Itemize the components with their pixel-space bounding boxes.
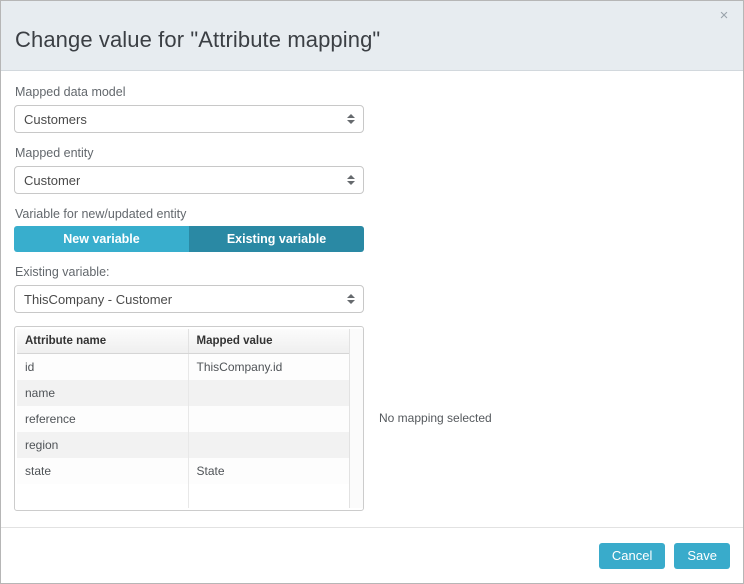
table-row[interactable]: reference <box>17 406 350 432</box>
close-icon[interactable]: × <box>716 8 732 24</box>
mapped-entity-label: Mapped entity <box>15 146 364 161</box>
cell-empty <box>188 484 350 508</box>
existing-variable-label: Existing variable: <box>15 265 364 280</box>
cancel-button[interactable]: Cancel <box>599 543 665 569</box>
mapping-detail-panel: No mapping selected <box>379 411 729 425</box>
cell-attribute-name: state <box>17 458 188 484</box>
new-variable-button[interactable]: New variable <box>14 226 189 252</box>
page-title: Change value for "Attribute mapping" <box>15 27 380 53</box>
mapped-data-model-select[interactable]: Customers <box>14 105 364 133</box>
no-mapping-message: No mapping selected <box>379 411 729 425</box>
mapped-data-model-value: Customers <box>24 112 87 127</box>
column-header-attribute-name[interactable]: Attribute name <box>17 329 188 354</box>
chevron-updown-icon <box>346 292 355 306</box>
form-column: Mapped data model Customers Mapped entit… <box>14 85 364 511</box>
cell-empty <box>17 484 188 508</box>
cell-mapped-value <box>188 406 350 432</box>
mapped-data-model-label: Mapped data model <box>15 85 364 100</box>
mapping-table: Attribute name Mapped value id ThisCompa… <box>17 329 350 508</box>
table-row[interactable]: id ThisCompany.id <box>17 354 350 381</box>
cell-attribute-name: region <box>17 432 188 458</box>
variable-group-label: Variable for new/updated entity <box>15 207 364 222</box>
table-scrollbar[interactable] <box>349 329 363 508</box>
save-button[interactable]: Save <box>674 543 730 569</box>
cell-mapped-value <box>188 432 350 458</box>
cell-mapped-value: ThisCompany.id <box>188 354 350 381</box>
cell-attribute-name: id <box>17 354 188 381</box>
cell-mapped-value <box>188 380 350 406</box>
cell-mapped-value: State <box>188 458 350 484</box>
dialog-footer: Cancel Save <box>1 527 743 583</box>
table-header-row: Attribute name Mapped value <box>17 329 350 354</box>
existing-variable-button[interactable]: Existing variable <box>189 226 364 252</box>
column-header-mapped-value[interactable]: Mapped value <box>188 329 350 354</box>
dialog-header: Change value for "Attribute mapping" × <box>1 1 743 71</box>
mapping-table-container: Attribute name Mapped value id ThisCompa… <box>14 326 364 511</box>
chevron-updown-icon <box>346 112 355 126</box>
existing-variable-select[interactable]: ThisCompany - Customer <box>14 285 364 313</box>
mapped-entity-select[interactable]: Customer <box>14 166 364 194</box>
cell-attribute-name: reference <box>17 406 188 432</box>
chevron-updown-icon <box>346 173 355 187</box>
change-value-dialog: Change value for "Attribute mapping" × M… <box>0 0 744 584</box>
table-row[interactable]: state State <box>17 458 350 484</box>
table-empty-row <box>17 484 350 508</box>
dialog-body: Mapped data model Customers Mapped entit… <box>1 71 743 527</box>
cell-attribute-name: name <box>17 380 188 406</box>
existing-variable-value: ThisCompany - Customer <box>24 292 172 307</box>
mapped-entity-value: Customer <box>24 173 80 188</box>
table-row[interactable]: region <box>17 432 350 458</box>
variable-toggle-group: New variable Existing variable <box>14 226 364 252</box>
table-row[interactable]: name <box>17 380 350 406</box>
